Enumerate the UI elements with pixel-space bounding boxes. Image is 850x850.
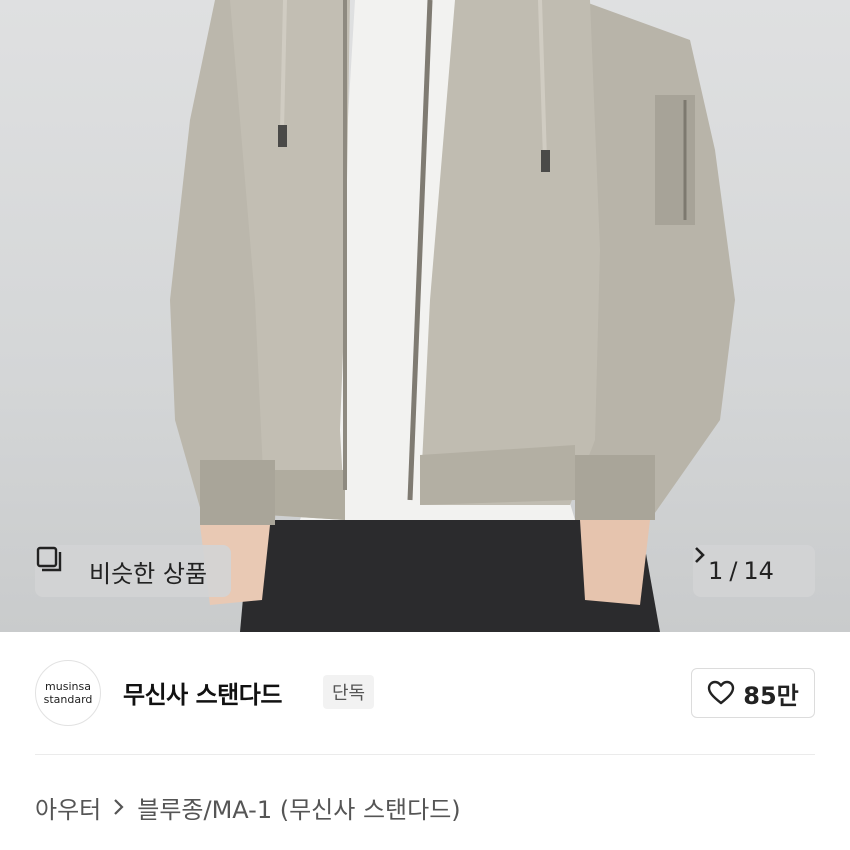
breadcrumb: 아우터 블루종/MA-1 (무신사 스탠다드) bbox=[35, 790, 461, 825]
brand-logo[interactable]: musinsa standard bbox=[35, 660, 101, 726]
product-image-carousel[interactable]: 비슷한 상품 1 / 14 bbox=[0, 0, 850, 632]
similar-products-icon bbox=[36, 546, 79, 585]
counter-separator: / bbox=[729, 557, 738, 585]
chevron-right-icon bbox=[695, 547, 800, 581]
product-photo bbox=[170, 0, 735, 632]
logo-line-2: standard bbox=[43, 693, 93, 706]
brand-row: musinsa standard 무신사 스탠다드 단독 85만 bbox=[35, 657, 815, 729]
counter-total: 14 bbox=[743, 557, 774, 585]
similar-products-label: 비슷한 상품 bbox=[89, 559, 208, 588]
like-count: 85만 bbox=[743, 681, 799, 710]
breadcrumb-subcategory[interactable]: 블루종/MA-1 (무신사 스탠다드) bbox=[137, 790, 460, 825]
section-divider bbox=[35, 754, 815, 755]
exclusive-badge: 단독 bbox=[323, 675, 375, 709]
similar-products-button[interactable]: 비슷한 상품 bbox=[35, 545, 231, 597]
logo-line-1: musinsa bbox=[45, 680, 91, 693]
heart-icon bbox=[707, 680, 735, 706]
counter-current: 1 bbox=[708, 557, 724, 585]
brand-name[interactable]: 무신사 스탠다드 bbox=[123, 675, 282, 710]
image-counter-button[interactable]: 1 / 14 bbox=[693, 545, 815, 597]
like-button[interactable]: 85만 bbox=[691, 668, 815, 718]
chevron-right-icon bbox=[113, 794, 125, 822]
breadcrumb-category[interactable]: 아우터 bbox=[35, 790, 101, 825]
